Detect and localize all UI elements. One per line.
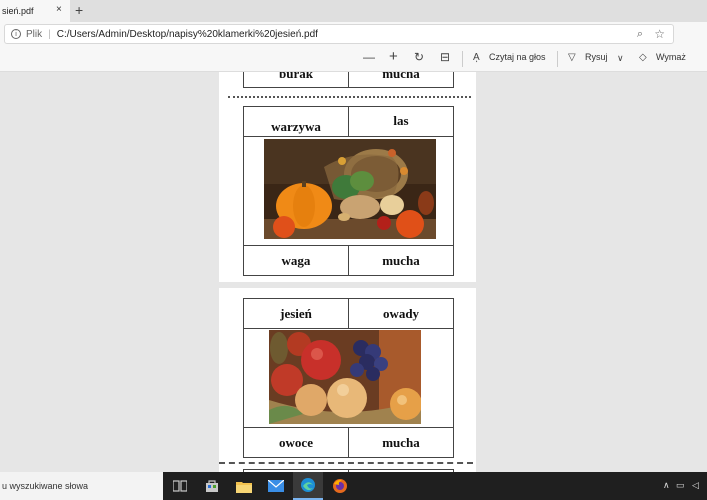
toolbar-divider [462, 51, 463, 67]
word-cell: waga [243, 245, 349, 276]
card-image-frame [243, 137, 454, 245]
store-icon[interactable] [197, 472, 227, 500]
task-view-icon[interactable] [165, 472, 195, 500]
pdf-page-2: jesień owady owoce mucha [219, 288, 476, 472]
vegetables-cornucopia-image [264, 139, 436, 239]
windows-taskbar: u wyszukiwane słowa ∧ ▭ ◁ [0, 472, 707, 500]
chevron-down-icon[interactable]: ∨ [617, 53, 624, 64]
word-cell: burak [243, 72, 349, 88]
draw-button[interactable]: Rysuj [585, 52, 608, 62]
word-cell: mucha [349, 245, 454, 276]
taskbar-search-box[interactable]: u wyszukiwane słowa [0, 472, 163, 500]
mail-icon[interactable] [261, 472, 291, 500]
pdf-toolbar: — + ↻ ⊟ Aͅ Czytaj na głos ▽ Rysuj ∨ ◇ Wy… [0, 46, 707, 72]
card-image-frame [243, 329, 454, 427]
zoom-out-button[interactable]: — [363, 50, 375, 64]
word-cell: jesień [243, 298, 349, 329]
site-label: Plik [26, 28, 43, 40]
word-cell: mucha [349, 427, 454, 458]
word-cell: owady [349, 298, 454, 329]
word-cell: mucha [349, 72, 454, 88]
url-text[interactable]: C:/Users/Admin/Desktop/napisy%20klamerki… [57, 29, 318, 40]
volume-icon[interactable]: ◁ [692, 480, 699, 491]
cut-line [219, 462, 473, 464]
fit-page-icon[interactable]: ⊟ [440, 50, 450, 64]
toolbar-divider [557, 51, 558, 67]
address-row: i Plik | C:/Users/Admin/Desktop/napisy%2… [0, 22, 707, 62]
card-word-row: jesień owady [243, 298, 454, 329]
card-word-row: owoce mucha [243, 427, 454, 458]
network-icon[interactable]: ▭ [676, 480, 685, 491]
word-cell: warzywa [243, 106, 349, 137]
search-placeholder: u wyszukiwane słowa [2, 481, 89, 491]
file-explorer-icon[interactable] [229, 472, 259, 500]
close-tab-icon[interactable]: × [56, 4, 62, 15]
favorite-star-icon[interactable]: ☆ [654, 27, 665, 41]
firefox-icon[interactable] [325, 472, 355, 500]
card-word-row: warzywa las [243, 106, 454, 137]
zoom-in-button[interactable]: + [389, 48, 398, 65]
cut-line [228, 96, 471, 98]
card-word-row: burak mucha [243, 72, 454, 88]
pdf-page-1: burak mucha warzywa las waga mucha [219, 72, 476, 282]
tab-title: sień.pdf [2, 6, 34, 16]
word-cell: las [349, 106, 454, 137]
rotate-icon[interactable]: ↻ [414, 50, 424, 64]
erase-button[interactable]: Wymaż [656, 52, 686, 62]
fruit-basket-image [269, 330, 421, 424]
eraser-icon[interactable]: ◇ [639, 52, 647, 63]
read-aloud-button[interactable]: Czytaj na głos [489, 52, 546, 62]
zoom-magnifier-icon[interactable]: ⌕ [637, 28, 643, 41]
read-aloud-icon[interactable]: Aͅ [473, 52, 480, 63]
tab-strip: sień.pdf × + [0, 0, 707, 22]
address-separator: | [48, 28, 51, 40]
address-bar[interactable]: i Plik | C:/Users/Admin/Desktop/napisy%2… [4, 24, 674, 44]
tray-chevron-icon[interactable]: ∧ [663, 480, 670, 491]
new-tab-button[interactable]: + [75, 2, 83, 18]
card-word-row: waga mucha [243, 245, 454, 276]
draw-icon[interactable]: ▽ [568, 52, 576, 63]
pdf-viewer[interactable]: burak mucha warzywa las waga mucha jesie… [0, 72, 707, 472]
browser-tab[interactable]: sień.pdf × [0, 0, 70, 22]
info-icon[interactable]: i [11, 29, 21, 39]
edge-browser-icon[interactable] [293, 472, 323, 500]
word-cell: owoce [243, 427, 349, 458]
